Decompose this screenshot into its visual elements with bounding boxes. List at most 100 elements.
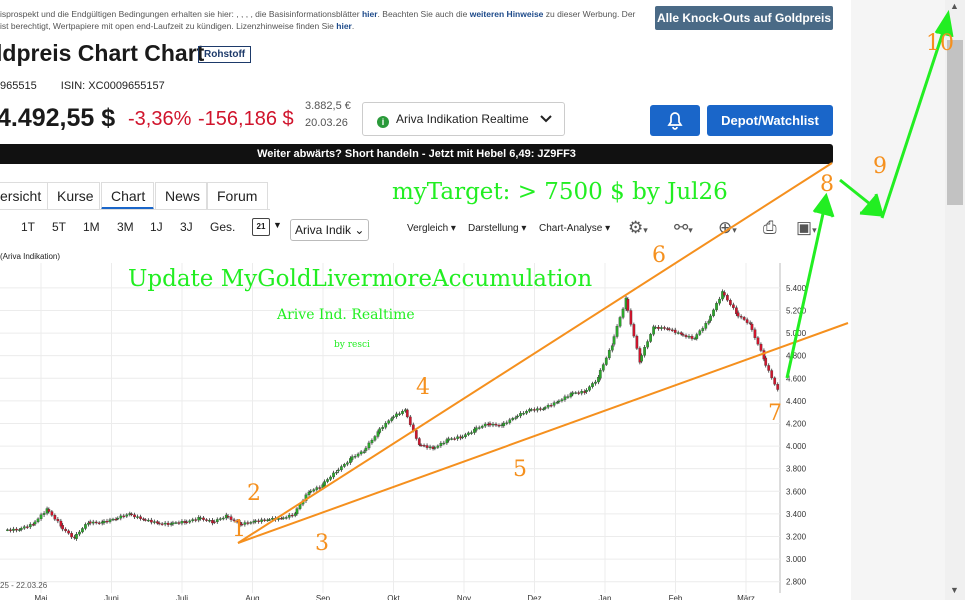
candle-body [329, 476, 332, 480]
candle-body [646, 341, 649, 348]
candle-body [290, 514, 294, 517]
quote-source-select[interactable]: i Ariva Indikation Realtime [362, 102, 565, 136]
candle-body [425, 445, 429, 448]
candle-body [712, 309, 715, 317]
candle-body [42, 513, 46, 515]
candle-body [654, 326, 657, 329]
link-lizenzhinweise[interactable]: hier [336, 21, 352, 31]
chart-source-select[interactable]: Ariva Indik ⌄ [290, 219, 369, 241]
price-alert-button[interactable] [650, 105, 700, 136]
candle-body [684, 335, 688, 337]
candle-body [563, 396, 567, 400]
asset-class-badge[interactable]: Rohstoff [198, 46, 252, 63]
identifiers: 965515 ISIN: XC0009655157 [0, 80, 165, 92]
chart-analyse-menu[interactable]: Chart-Analyse ▾ [539, 223, 610, 234]
candle-body [767, 365, 771, 371]
candle-body [591, 383, 594, 387]
tab-news[interactable]: News [155, 182, 207, 210]
candle-body [483, 423, 487, 427]
candle-body [335, 471, 338, 474]
candle-body [97, 522, 101, 524]
candle-body [690, 336, 694, 339]
candle-body [745, 319, 749, 323]
tab-divider [0, 209, 270, 210]
candle-body [447, 438, 450, 441]
candle-body [601, 364, 605, 371]
settings-gear-icon[interactable]: ⚙▾ [628, 218, 648, 238]
candle-body [70, 533, 73, 538]
candle-body [428, 446, 432, 448]
all-knock-outs-button[interactable]: Alle Knock-Outs auf Goldpreis [655, 6, 833, 30]
candle-body [679, 332, 683, 335]
candle-body [367, 442, 371, 449]
calendar-icon[interactable]: 21 [252, 218, 270, 236]
candle-body [488, 423, 492, 426]
candle-body [139, 516, 142, 519]
candle-body [33, 521, 37, 525]
candle-body [756, 337, 760, 345]
candle-body [533, 409, 536, 411]
candle-body [56, 519, 60, 522]
range-5t[interactable]: 5T [52, 220, 66, 234]
candle-body [474, 427, 478, 431]
save-icon[interactable]: ▣▾ [796, 218, 817, 238]
scroll-up-icon[interactable]: ▲ [950, 1, 959, 11]
candle-body [81, 528, 84, 533]
indicators-icon[interactable]: ⚯▾ [674, 218, 693, 238]
caret-down-icon[interactable]: ▼ [273, 220, 282, 230]
candle-body [511, 418, 515, 420]
promo-banner[interactable]: Weiter abwärts? Short handeln - Jetzt mi… [0, 144, 833, 164]
print-icon[interactable]: ⎙ [763, 218, 777, 238]
zoom-icon[interactable]: ⊕▾ [718, 218, 737, 238]
candle-body [618, 317, 622, 327]
x-tick-label: Sep [316, 594, 331, 600]
price-chart[interactable]: (Ariva Indikation) 5.400 5.200 5.000 4.800 4… [0, 245, 851, 600]
link-weitere-hinweise[interactable]: weiteren Hinweise [470, 9, 544, 19]
candle-body [257, 520, 260, 522]
range-3m[interactable]: 3M [117, 220, 134, 234]
range-1t[interactable]: 1T [21, 220, 35, 234]
range-1j[interactable]: 1J [150, 220, 163, 234]
depot-watchlist-button[interactable]: Depot/Watchlist [707, 105, 833, 136]
candle-body [604, 357, 608, 365]
candle-body [401, 411, 404, 414]
candle-body [759, 343, 763, 351]
link-hier[interactable]: hier [362, 9, 378, 19]
range-1m[interactable]: 1M [83, 220, 100, 234]
candle-body [271, 518, 274, 520]
candle-body [748, 322, 752, 324]
candle-body [337, 469, 340, 472]
tab-chart[interactable]: Chart [101, 182, 154, 210]
candle-body [94, 521, 98, 524]
candle-body [695, 334, 699, 339]
candle-body [15, 528, 18, 531]
candle-body [539, 408, 542, 410]
candle-body [676, 332, 680, 334]
candle-body [384, 422, 388, 428]
tab-forum[interactable]: Forum [207, 182, 268, 210]
candle-body [577, 392, 581, 394]
candle-body [709, 315, 712, 321]
candle-body [147, 519, 150, 522]
candle-body [522, 413, 525, 415]
candle-body [681, 334, 685, 336]
scroll-down-icon[interactable]: ▼ [950, 585, 959, 595]
candle-body [598, 370, 602, 379]
candle-body [502, 422, 506, 426]
vergleich-menu[interactable]: Vergleich ▾ [407, 223, 456, 234]
candle-body [378, 428, 382, 433]
range-3j[interactable]: 3J [180, 220, 193, 234]
scrollbar-thumb[interactable] [947, 40, 963, 205]
target-text: myTarget: > 7500 $ by Jul26 [392, 179, 728, 205]
candle-body [202, 517, 205, 520]
range-ges[interactable]: Ges. [210, 220, 235, 234]
candle-body [108, 519, 112, 522]
tab-overview[interactable]: ersicht [0, 182, 48, 210]
candle-body [411, 424, 415, 431]
x-tick-label: Dez [527, 594, 541, 600]
change-percent: -3,36% [128, 108, 192, 130]
candle-body [764, 357, 768, 366]
darstellung-menu[interactable]: Darstellung ▾ [468, 223, 526, 234]
page-title: ldpreis Chart Chart [0, 40, 205, 66]
tab-kurse[interactable]: Kurse [47, 182, 100, 210]
